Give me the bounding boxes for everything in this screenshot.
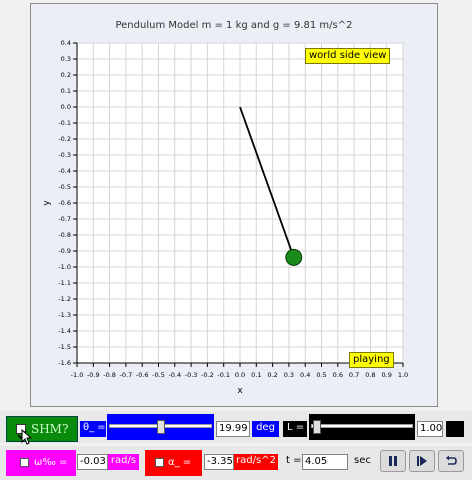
alpha-field[interactable]: -3.35 bbox=[204, 454, 234, 470]
y-tick-label: -1.3 bbox=[58, 311, 71, 319]
step-forward-icon bbox=[417, 456, 427, 466]
y-tick-label: -0.6 bbox=[58, 199, 71, 207]
length-color-swatch bbox=[446, 421, 464, 437]
x-tick-label: -0.4 bbox=[168, 371, 181, 379]
reset-button[interactable] bbox=[438, 450, 464, 472]
y-axis-label: y bbox=[42, 200, 52, 206]
length-field[interactable]: 1.00 bbox=[417, 421, 443, 437]
x-tick-label: 0.7 bbox=[349, 371, 359, 379]
omega-label: ω‰ = bbox=[34, 457, 68, 468]
x-tick-label: 0.5 bbox=[316, 371, 326, 379]
omega-group: ω‰ = bbox=[6, 450, 76, 476]
x-tick-label: 0.2 bbox=[267, 371, 277, 379]
omega-checkbox[interactable] bbox=[20, 458, 29, 467]
alpha-label: α_ = bbox=[168, 457, 192, 468]
y-tick-label: -1.0 bbox=[58, 263, 71, 271]
theta-label: θ_ = bbox=[80, 421, 106, 437]
x-tick-label: 0.6 bbox=[333, 371, 343, 379]
y-tick-label: -1.2 bbox=[58, 295, 71, 303]
view-label: world side view bbox=[305, 48, 391, 64]
y-tick-label: -1.4 bbox=[58, 327, 71, 335]
y-tick-label: 0.4 bbox=[61, 39, 71, 47]
x-tick-label: 1.0 bbox=[398, 371, 408, 379]
omega-field[interactable]: -0.03 bbox=[77, 454, 108, 470]
x-tick-label: -0.9 bbox=[87, 371, 100, 379]
x-tick-label: -0.2 bbox=[201, 371, 214, 379]
x-tick-label: -0.7 bbox=[120, 371, 133, 379]
theta-slider-thumb[interactable] bbox=[156, 420, 165, 434]
y-tick-label: -0.8 bbox=[58, 231, 71, 239]
y-tick-label: 0.3 bbox=[61, 55, 71, 63]
y-tick-label: -0.1 bbox=[58, 119, 71, 127]
length-slider-thumb[interactable] bbox=[312, 420, 321, 434]
y-tick-label: -1.1 bbox=[58, 279, 71, 287]
y-tick-label: -1.6 bbox=[58, 359, 71, 367]
x-axis-label: x bbox=[237, 386, 243, 396]
x-tick-label: 0.0 bbox=[235, 371, 245, 379]
x-tick-label: 0.9 bbox=[382, 371, 392, 379]
theta-unit: deg bbox=[252, 421, 279, 437]
y-tick-label: -0.5 bbox=[58, 183, 71, 191]
shm-checkbox-group[interactable]: SHM? bbox=[6, 416, 78, 445]
y-tick-label: 0.2 bbox=[61, 71, 71, 79]
alpha-unit: rad/s^2 bbox=[234, 454, 278, 470]
y-tick-label: -1.5 bbox=[58, 343, 71, 351]
x-tick-label: 0.4 bbox=[300, 371, 310, 379]
pendulum-plot: Pendulum Model m = 1 kg and g = 9.81 m/s… bbox=[42, 20, 408, 396]
x-tick-label: -1.0 bbox=[71, 371, 84, 379]
x-tick-label: -0.8 bbox=[103, 371, 116, 379]
x-tick-label: 0.1 bbox=[251, 371, 261, 379]
y-tick-label: -0.4 bbox=[58, 167, 71, 175]
pendulum-bob bbox=[285, 248, 303, 266]
x-tick-label: 0.8 bbox=[365, 371, 375, 379]
length-slider-track bbox=[311, 424, 413, 428]
step-forward-button[interactable] bbox=[409, 450, 435, 472]
x-tick-label: 0.3 bbox=[284, 371, 294, 379]
x-tick-label: -0.5 bbox=[152, 371, 165, 379]
omega-unit: rad/s bbox=[108, 454, 139, 470]
controls-row-1: SHM? θ_ = 19.99 deg L = 1.00 bbox=[0, 411, 472, 445]
x-tick-label: -0.3 bbox=[185, 371, 198, 379]
y-tick-label: -0.3 bbox=[58, 151, 71, 159]
x-tick-label: -0.6 bbox=[136, 371, 149, 379]
alpha-group: α_ = bbox=[145, 450, 202, 476]
status-label: playing bbox=[349, 352, 394, 368]
simulation-panel: Pendulum Model m = 1 kg and g = 9.81 m/s… bbox=[30, 3, 438, 407]
length-slider[interactable] bbox=[309, 414, 415, 440]
y-tick-label: 0.0 bbox=[61, 103, 71, 111]
length-label: L = bbox=[283, 421, 307, 437]
time-unit: sec bbox=[354, 455, 371, 466]
shm-label: SHM? bbox=[31, 422, 69, 436]
time-label: t = bbox=[286, 455, 302, 466]
y-tick-label: -0.9 bbox=[58, 247, 71, 255]
y-tick-label: 0.1 bbox=[61, 87, 71, 95]
theta-slider[interactable] bbox=[107, 414, 214, 440]
time-field[interactable]: 4.05 bbox=[302, 454, 348, 470]
y-tick-label: -0.7 bbox=[58, 215, 71, 223]
plot-title: Pendulum Model m = 1 kg and g = 9.81 m/s… bbox=[115, 20, 352, 31]
mouse-cursor-icon bbox=[21, 429, 33, 445]
y-tick-label: -0.2 bbox=[58, 135, 71, 143]
alpha-checkbox[interactable] bbox=[155, 458, 164, 467]
reset-icon bbox=[446, 455, 457, 465]
theta-field[interactable]: 19.99 bbox=[216, 421, 250, 437]
pause-icon bbox=[389, 456, 397, 466]
x-tick-label: -0.1 bbox=[217, 371, 230, 379]
controls-row-2: ω‰ = -0.03 rad/s α_ = -3.35 rad/s^2 t = … bbox=[0, 446, 472, 480]
pause-button[interactable] bbox=[380, 450, 406, 472]
